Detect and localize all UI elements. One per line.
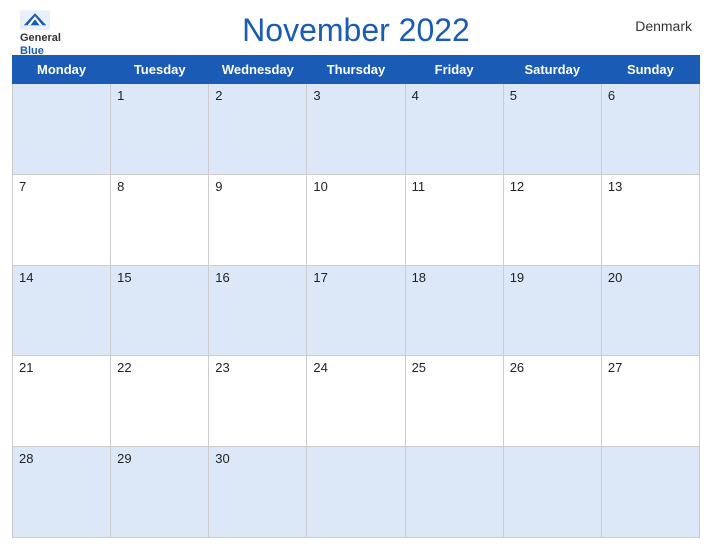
calendar-day: 14 xyxy=(13,265,111,356)
calendar-title: November 2022 xyxy=(242,12,470,49)
calendar-week-row: 21222324252627 xyxy=(13,356,700,447)
weekday-header-wednesday: Wednesday xyxy=(209,56,307,84)
calendar-day xyxy=(307,447,405,538)
calendar-day: 1 xyxy=(111,84,209,175)
calendar-day xyxy=(503,447,601,538)
country-label: Denmark xyxy=(635,18,692,34)
calendar-day: 19 xyxy=(503,265,601,356)
calendar-day: 23 xyxy=(209,356,307,447)
calendar-day: 8 xyxy=(111,174,209,265)
calendar-week-row: 78910111213 xyxy=(13,174,700,265)
weekday-header-saturday: Saturday xyxy=(503,56,601,84)
calendar-day: 13 xyxy=(601,174,699,265)
calendar-day: 21 xyxy=(13,356,111,447)
calendar-day: 12 xyxy=(503,174,601,265)
calendar-day: 22 xyxy=(111,356,209,447)
calendar-header: General Blue November 2022 Denmark xyxy=(0,0,712,55)
logo: General Blue xyxy=(20,10,61,58)
weekday-header-thursday: Thursday xyxy=(307,56,405,84)
calendar-day: 2 xyxy=(209,84,307,175)
calendar-day: 10 xyxy=(307,174,405,265)
logo-icon xyxy=(20,10,50,30)
calendar-week-row: 282930 xyxy=(13,447,700,538)
weekday-header-friday: Friday xyxy=(405,56,503,84)
calendar-day: 26 xyxy=(503,356,601,447)
calendar-day: 3 xyxy=(307,84,405,175)
logo-blue: Blue xyxy=(20,45,44,58)
logo-general: General xyxy=(20,32,61,45)
calendar-day: 25 xyxy=(405,356,503,447)
weekday-header-monday: Monday xyxy=(13,56,111,84)
calendar-day: 28 xyxy=(13,447,111,538)
calendar-day: 6 xyxy=(601,84,699,175)
calendar-day: 5 xyxy=(503,84,601,175)
calendar-day xyxy=(405,447,503,538)
calendar-day: 30 xyxy=(209,447,307,538)
weekday-header-row: MondayTuesdayWednesdayThursdayFridaySatu… xyxy=(13,56,700,84)
calendar-day: 18 xyxy=(405,265,503,356)
calendar-day: 20 xyxy=(601,265,699,356)
calendar-day: 7 xyxy=(13,174,111,265)
calendar-day: 9 xyxy=(209,174,307,265)
calendar-week-row: 14151617181920 xyxy=(13,265,700,356)
calendar-day: 15 xyxy=(111,265,209,356)
calendar-day: 24 xyxy=(307,356,405,447)
calendar-day: 27 xyxy=(601,356,699,447)
weekday-header-sunday: Sunday xyxy=(601,56,699,84)
calendar-day xyxy=(13,84,111,175)
calendar-day xyxy=(601,447,699,538)
calendar-day: 16 xyxy=(209,265,307,356)
weekday-header-tuesday: Tuesday xyxy=(111,56,209,84)
calendar-day: 29 xyxy=(111,447,209,538)
calendar-day: 11 xyxy=(405,174,503,265)
calendar-table: MondayTuesdayWednesdayThursdayFridaySatu… xyxy=(12,55,700,538)
calendar-week-row: 123456 xyxy=(13,84,700,175)
calendar-container: MondayTuesdayWednesdayThursdayFridaySatu… xyxy=(0,55,712,550)
calendar-day: 17 xyxy=(307,265,405,356)
calendar-day: 4 xyxy=(405,84,503,175)
